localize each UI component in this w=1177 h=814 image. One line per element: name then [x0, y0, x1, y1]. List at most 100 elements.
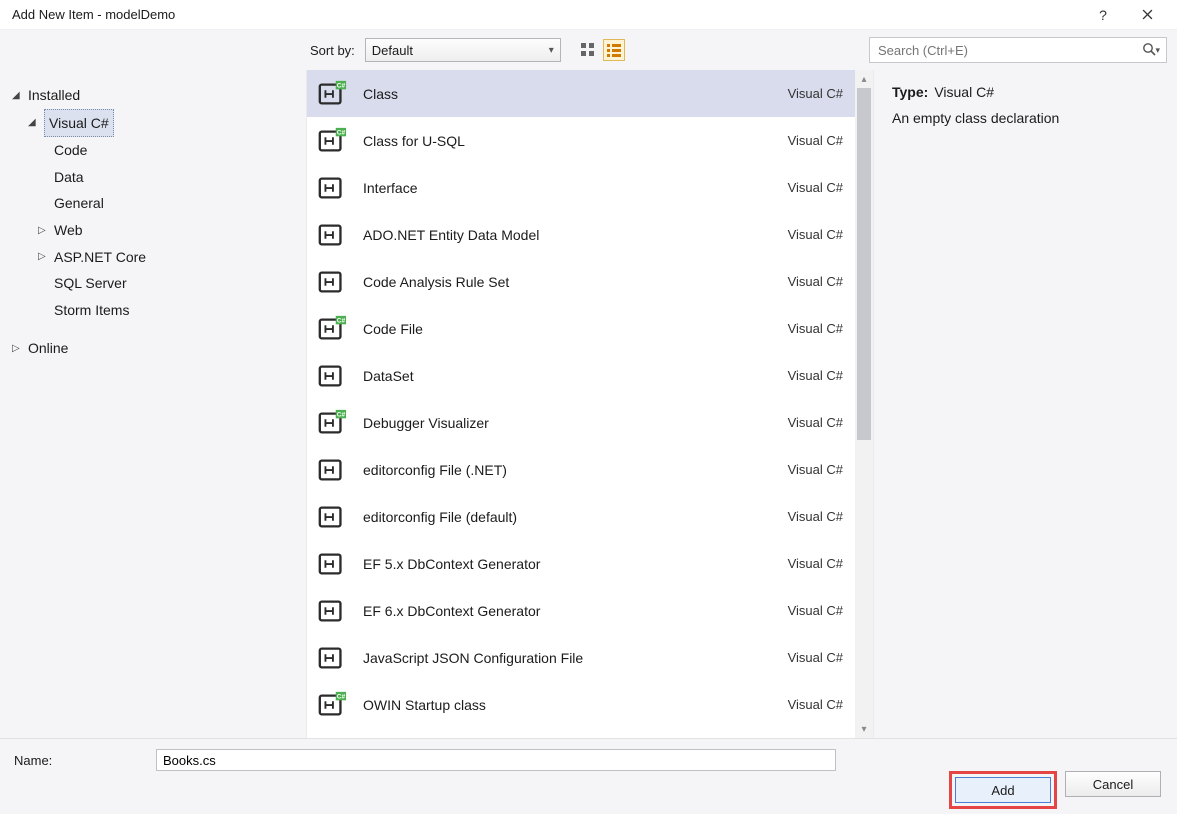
sort-by-label: Sort by:	[310, 43, 355, 58]
tree-general[interactable]: General	[6, 190, 300, 217]
tree-sql-server[interactable]: SQL Server	[6, 270, 300, 297]
template-row[interactable]: editorconfig File (default) Visual C#	[307, 493, 873, 540]
template-icon: C#	[315, 688, 349, 722]
template-row[interactable]: EF 5.x DbContext Generator Visual C#	[307, 540, 873, 587]
tiles-icon	[581, 43, 595, 57]
tree-label: General	[54, 190, 104, 217]
list-icon	[607, 43, 621, 57]
tree-aspnet-core[interactable]: ▷ASP.NET Core	[6, 244, 300, 271]
svg-text:C#: C#	[337, 317, 346, 324]
tree-label: Data	[54, 164, 84, 191]
arrow-right-icon: ▷	[38, 221, 50, 240]
help-button[interactable]: ?	[1081, 0, 1125, 30]
template-label: Code File	[363, 321, 739, 337]
scrollbar[interactable]: ▴ ▾	[855, 70, 873, 738]
template-row[interactable]: EF 6.x DbContext Generator Visual C#	[307, 587, 873, 634]
template-label: DataSet	[363, 368, 739, 384]
cancel-button[interactable]: Cancel	[1065, 771, 1161, 797]
chevron-down-icon: ▾	[549, 45, 554, 56]
template-language: Visual C#	[753, 650, 843, 665]
template-icon: C#	[315, 312, 349, 346]
template-language: Visual C#	[753, 227, 843, 242]
details-pane: Type:Visual C# An empty class declaratio…	[874, 70, 1177, 738]
search-box[interactable]: ▾	[869, 37, 1167, 63]
svg-text:C#: C#	[337, 129, 346, 136]
template-row[interactable]: C# Class Visual C#	[307, 70, 873, 117]
tree-installed[interactable]: ◢Installed	[6, 82, 300, 109]
template-language: Visual C#	[753, 274, 843, 289]
template-icon	[315, 218, 349, 252]
template-row[interactable]: JavaScript JSON Configuration File Visua…	[307, 634, 873, 681]
tree-label: Code	[54, 137, 87, 164]
template-row[interactable]: DataSet Visual C#	[307, 352, 873, 399]
template-icon: C#	[315, 406, 349, 440]
scroll-thumb[interactable]	[857, 88, 871, 440]
template-row[interactable]: C# OWIN Startup class Visual C#	[307, 681, 873, 728]
scroll-up-arrow-icon[interactable]: ▴	[855, 70, 873, 88]
tree-web[interactable]: ▷Web	[6, 217, 300, 244]
tree-label: SQL Server	[54, 270, 127, 297]
svg-text:C#: C#	[337, 693, 346, 700]
template-language: Visual C#	[753, 509, 843, 524]
view-tiles-button[interactable]	[577, 39, 599, 61]
template-label: Class	[363, 86, 739, 102]
template-row[interactable]: editorconfig File (.NET) Visual C#	[307, 446, 873, 493]
template-language: Visual C#	[753, 133, 843, 148]
template-label: EF 6.x DbContext Generator	[363, 603, 739, 619]
template-row[interactable]: C# Debugger Visualizer Visual C#	[307, 399, 873, 446]
add-button-highlight: Add	[949, 771, 1057, 809]
window-title: Add New Item - modelDemo	[12, 7, 1081, 22]
template-label: ADO.NET Entity Data Model	[363, 227, 739, 243]
tree-code[interactable]: Code	[6, 137, 300, 164]
svg-text:C#: C#	[337, 411, 346, 418]
template-icon	[315, 547, 349, 581]
template-language: Visual C#	[753, 462, 843, 477]
name-input[interactable]	[156, 749, 836, 771]
template-label: editorconfig File (default)	[363, 509, 739, 525]
scroll-down-arrow-icon[interactable]: ▾	[855, 720, 873, 738]
titlebar: Add New Item - modelDemo ?	[0, 0, 1177, 30]
type-label: Type:	[892, 84, 928, 100]
sort-by-dropdown[interactable]: Default ▾	[365, 38, 561, 62]
template-row[interactable]: C# Class for U-SQL Visual C#	[307, 117, 873, 164]
template-label: Interface	[363, 180, 739, 196]
template-label: Debugger Visualizer	[363, 415, 739, 431]
arrow-right-icon: ▷	[38, 247, 50, 266]
template-icon	[315, 500, 349, 534]
tree-data[interactable]: Data	[6, 164, 300, 191]
template-label: Code Analysis Rule Set	[363, 274, 739, 290]
template-list: C# Class Visual C# C# Class for U-SQL Vi…	[306, 70, 874, 738]
tree-label: Installed	[28, 82, 80, 109]
template-row[interactable]: C# Code File Visual C#	[307, 305, 873, 352]
template-icon	[315, 359, 349, 393]
template-label: editorconfig File (.NET)	[363, 462, 739, 478]
template-label: EF 5.x DbContext Generator	[363, 556, 739, 572]
search-icon[interactable]: ▾	[1142, 42, 1160, 58]
template-icon	[315, 641, 349, 675]
template-language: Visual C#	[753, 697, 843, 712]
tree-online[interactable]: ▷Online	[6, 335, 300, 362]
details-type: Type:Visual C#	[892, 84, 1159, 100]
tree-storm-items[interactable]: Storm Items	[6, 297, 300, 324]
sort-by-value: Default	[372, 43, 413, 58]
template-language: Visual C#	[753, 556, 843, 571]
search-input[interactable]	[876, 42, 1142, 59]
add-button[interactable]: Add	[955, 777, 1051, 803]
template-row[interactable]: ADO.NET Entity Data Model Visual C#	[307, 211, 873, 258]
tree-label: Online	[28, 335, 68, 362]
template-language: Visual C#	[753, 603, 843, 618]
template-row[interactable]: Code Analysis Rule Set Visual C#	[307, 258, 873, 305]
name-label: Name:	[14, 753, 148, 768]
template-icon: C#	[315, 77, 349, 111]
close-button[interactable]	[1125, 0, 1169, 30]
category-tree: ◢Installed ◢Visual C# Code Data General …	[0, 70, 306, 738]
template-language: Visual C#	[753, 368, 843, 383]
tree-label: Visual C#	[44, 109, 114, 138]
template-icon	[315, 265, 349, 299]
view-list-button[interactable]	[603, 39, 625, 61]
tree-visual-csharp[interactable]: ◢Visual C#	[6, 109, 300, 138]
tree-label: Web	[54, 217, 83, 244]
svg-text:C#: C#	[337, 82, 346, 89]
template-row[interactable]: Interface Visual C#	[307, 164, 873, 211]
close-icon	[1142, 9, 1153, 20]
